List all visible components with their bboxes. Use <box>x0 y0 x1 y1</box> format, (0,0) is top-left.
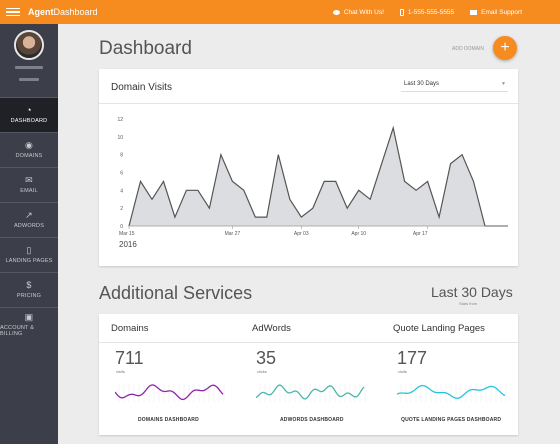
sidebar-item-pricing[interactable]: $ PRICING <box>0 272 58 307</box>
phone-link[interactable]: 1-555-555-5555 <box>399 8 455 16</box>
add-domain-button[interactable]: + <box>493 36 517 60</box>
chat-link[interactable]: Chat With Us! <box>332 8 384 16</box>
envelope-icon: ✉ <box>25 175 33 185</box>
chevron-down-icon: ▼ <box>501 81 506 87</box>
landing-pages-sparkline <box>397 384 507 402</box>
user-profile <box>0 24 58 97</box>
sidebar-item-label: ADWORDS <box>13 223 45 229</box>
adwords-dashboard-link[interactable]: ADWORDS DASHBOARD <box>280 417 344 423</box>
dollar-icon: $ <box>26 280 32 290</box>
y-tick-label: 0 <box>120 224 123 230</box>
sidebar-item-label: EMAIL <box>20 188 38 194</box>
visits-area <box>129 127 508 226</box>
sidebar-item-label: LANDING PAGES <box>5 258 53 264</box>
services-range-label: Last 30 Days <box>431 284 513 300</box>
sidebar-item-domains[interactable]: ◉ DOMAINS <box>0 132 58 167</box>
sidebar-item-adwords[interactable]: ↗ ADWORDS <box>0 202 58 237</box>
sidebar-item-account[interactable]: ▣ ACCOUNT & BILLING <box>0 307 58 342</box>
domains-sparkline <box>115 384 225 402</box>
domains-service-value: 711 <box>115 348 144 368</box>
brand-light: Dashboard <box>53 7 98 17</box>
page-title: Dashboard <box>99 38 192 59</box>
sidebar: ◔ DASHBOARD ◉ DOMAINS ✉ EMAIL ↗ ADWORDS ▯ LANDING… <box>0 24 58 444</box>
document-icon: ▯ <box>26 245 32 255</box>
blurred-user-detail <box>19 78 39 81</box>
services-card: Domains 711 visits DOMAINS DASHBOARD AdW… <box>99 314 518 435</box>
top-links: Chat With Us! 1-555-555-5555 Email Suppo… <box>332 8 522 16</box>
y-tick-label: 4 <box>120 188 123 194</box>
date-range-select[interactable]: Last 30 Days ▼ <box>401 78 508 92</box>
brand-bold: Agent <box>28 7 54 17</box>
adwords-service-unit: clicks <box>257 369 267 374</box>
speedometer-icon: ◔ <box>26 105 32 115</box>
y-tick-label: 6 <box>120 171 123 177</box>
sidebar-item-email[interactable]: ✉ EMAIL <box>0 167 58 202</box>
domain-visits-title: Domain Visits <box>111 82 172 93</box>
sidebar-item-landing[interactable]: ▯ LANDING PAGES <box>0 237 58 272</box>
top-bar: AgentDashboard Chat With Us! 1-555-555-5… <box>0 0 560 24</box>
sidebar-item-dashboard[interactable]: ◔ DASHBOARD <box>0 97 58 132</box>
sidebar-item-label: DOMAINS <box>15 153 43 159</box>
additional-services-title: Additional Services <box>99 283 253 303</box>
x-tick-label: Mar 15 <box>119 231 135 237</box>
landing-pages-service-value: 177 <box>397 348 428 368</box>
adwords-service-title: AdWords <box>252 323 291 334</box>
money-bill-icon: ▣ <box>24 312 34 322</box>
chat-link-label: Chat With Us! <box>343 8 384 16</box>
domain-visits-card: Domain Visits Last 30 Days ▼ 0 2 4 6 8 10 12 Ma… <box>99 69 518 266</box>
email-support-label: Email Support <box>481 8 522 16</box>
globe-icon: ◉ <box>24 140 34 150</box>
landing-pages-dashboard-link[interactable]: QUOTE LANDING PAGES DASHBOARD <box>401 417 501 423</box>
avatar[interactable] <box>14 30 44 60</box>
landing-pages-service-unit: visits <box>398 369 407 374</box>
chat-icon <box>332 9 340 15</box>
brand-logo[interactable]: AgentDashboard <box>28 7 98 17</box>
blurred-user-name <box>15 66 43 69</box>
x-tick-label: Apr 10 <box>351 231 366 237</box>
x-tick-label: Apr 17 <box>413 231 428 237</box>
adwords-service-value: 35 <box>256 348 277 368</box>
mail-icon <box>470 9 478 15</box>
adwords-sparkline <box>256 384 366 402</box>
add-domain-label[interactable]: ADD DOMAIN <box>452 46 484 52</box>
x-tick-label: Mar 27 <box>225 231 241 237</box>
landing-pages-service-title: Quote Landing Pages <box>393 323 485 334</box>
hamburger-menu-icon[interactable] <box>6 7 20 17</box>
card-divider <box>99 342 518 343</box>
x-tick-label: Apr 03 <box>294 231 309 237</box>
services-range-sub: Stats from <box>459 301 478 306</box>
domains-service-unit: visits <box>116 369 125 374</box>
trend-chart-icon: ↗ <box>25 210 33 220</box>
phone-link-label: 1-555-555-5555 <box>407 8 455 16</box>
email-support-link[interactable]: Email Support <box>470 9 522 16</box>
y-tick-label: 2 <box>120 206 123 212</box>
date-range-value: Last 30 Days <box>404 81 440 87</box>
y-tick-label: 8 <box>120 153 123 159</box>
domains-service-title: Domains <box>111 323 149 334</box>
sidebar-item-label: ACCOUNT & BILLING <box>0 325 35 337</box>
domains-dashboard-link[interactable]: DOMAINS DASHBOARD <box>138 417 199 423</box>
y-tick-label: 10 <box>117 135 123 141</box>
chart-year-label: 2016 <box>119 240 137 249</box>
sidebar-item-label: DASHBOARD <box>10 118 48 124</box>
sidebar-item-label: PRICING <box>16 293 42 299</box>
phone-icon <box>399 8 404 16</box>
domain-visits-chart: 0 2 4 6 8 10 12 Mar 15 Mar 27 Apr 03 Apr 10 Apr 17 2… <box>117 117 508 249</box>
y-tick-label: 12 <box>117 117 123 123</box>
